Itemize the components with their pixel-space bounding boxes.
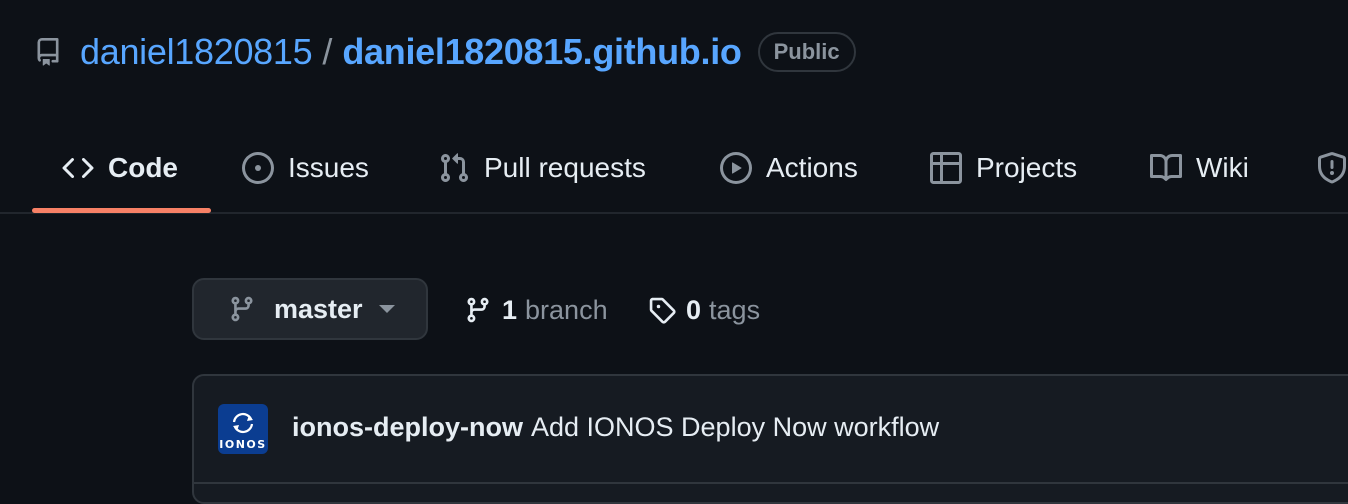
tab-label: Code [108, 152, 178, 183]
avatar-text: IONOS [219, 438, 267, 451]
git-branch-icon [231, 296, 253, 322]
chevron-down-icon [378, 305, 395, 313]
path-separator: / [322, 31, 333, 72]
tag-icon [649, 297, 676, 324]
table-icon [930, 152, 962, 184]
commit-author-link[interactable]: ionos-deploy-now [292, 412, 523, 442]
git-branch-icon [467, 297, 489, 323]
repo-name-link[interactable]: daniel1820815.github.io [342, 31, 742, 73]
branches-link[interactable]: 1 branch [464, 290, 608, 330]
tab-projects[interactable]: Projects [930, 124, 1077, 212]
tab-label: Projects [976, 152, 1078, 183]
repo-nav-tabs: Code Issues Pull requests Actions Projec… [0, 124, 1348, 214]
code-icon [62, 157, 94, 179]
branch-count: 1 [502, 294, 518, 325]
branch-count-label: branch [525, 294, 608, 325]
commit-line: ionos-deploy-now Add IONOS Deploy Now wor… [292, 412, 939, 443]
tab-code[interactable]: Code [62, 124, 178, 212]
repo-header: daniel1820815 / daniel1820815.github.io … [34, 30, 856, 74]
shield-icon [1318, 152, 1346, 184]
repo-owner-link[interactable]: daniel1820815 [80, 31, 313, 73]
avatar[interactable]: IONOS [218, 404, 268, 454]
tab-label: Wiki [1196, 152, 1249, 183]
play-icon [720, 152, 752, 184]
tab-actions[interactable]: Actions [720, 124, 858, 212]
tags-link[interactable]: 0 tags [648, 290, 760, 330]
issue-icon [242, 152, 274, 184]
tags-count-label: tags [709, 294, 761, 325]
visibility-badge: Public [757, 32, 856, 72]
commit-message-link[interactable]: Add IONOS Deploy Now workflow [531, 412, 939, 442]
active-tab-indicator [32, 208, 211, 213]
repo-icon [34, 38, 62, 66]
tags-count: 0 [686, 294, 702, 325]
tab-label: Pull requests [484, 152, 646, 183]
tab-security[interactable] [1316, 124, 1348, 212]
current-branch-name: master [274, 293, 363, 324]
tab-pull-requests[interactable]: Pull requests [438, 124, 646, 212]
tab-label: Actions [766, 152, 858, 183]
tab-wiki[interactable]: Wiki [1150, 124, 1249, 212]
divider [194, 482, 1348, 484]
book-icon [1150, 153, 1182, 181]
tab-label: Issues [288, 152, 369, 183]
branch-select-button[interactable]: master [192, 278, 428, 340]
latest-commit-box: IONOS ionos-deploy-now Add IONOS Deploy N… [192, 374, 1348, 504]
pull-request-icon [440, 153, 469, 183]
tab-issues[interactable]: Issues [242, 124, 369, 212]
